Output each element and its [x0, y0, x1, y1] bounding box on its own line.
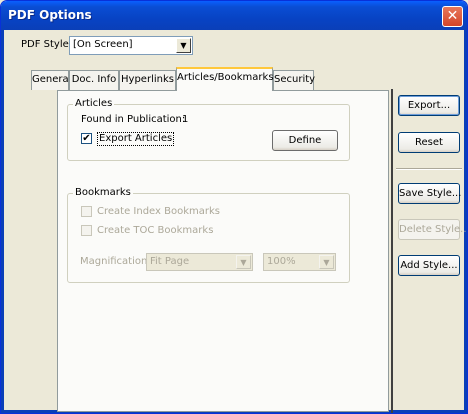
magnification-label: Magnification:: [80, 256, 151, 267]
create-index-bookmarks-label: Create Index Bookmarks: [97, 206, 220, 217]
window-border-left: [1, 30, 4, 413]
magnification-value: Fit Page: [150, 256, 190, 267]
found-in-publication-label: Found in Publication:: [81, 114, 186, 125]
tab-articles-bookmarks[interactable]: Articles/Bookmarks: [176, 67, 274, 91]
chevron-down-icon[interactable]: ▼: [319, 255, 334, 269]
side-separator: [396, 168, 462, 170]
add-style-button[interactable]: Add Style...: [398, 255, 460, 276]
articles-group-title: Articles: [73, 98, 115, 110]
chevron-down-icon[interactable]: ▼: [236, 255, 251, 269]
tab-doc-info-label: Doc. Info: [71, 74, 117, 85]
pdf-options-dialog: PDF Options ✕ PDF Style: [On Screen] ▼ G…: [0, 0, 468, 414]
chevron-down-icon[interactable]: ▼: [176, 38, 191, 53]
define-button[interactable]: Define: [272, 130, 338, 151]
side-divider: [391, 89, 393, 413]
tab-general[interactable]: General: [31, 70, 72, 90]
tab-security[interactable]: Security: [273, 70, 316, 90]
zoom-select[interactable]: 100% ▼: [263, 253, 336, 271]
close-button[interactable]: ✕: [442, 6, 463, 27]
pdf-style-label: PDF Style:: [21, 39, 73, 50]
title-bar[interactable]: PDF Options ✕: [1, 1, 467, 30]
tab-security-label: Security: [274, 74, 316, 85]
export-articles-label[interactable]: Export Articles: [97, 132, 175, 146]
zoom-value: 100%: [267, 256, 296, 267]
export-button[interactable]: Export...: [398, 95, 460, 116]
tab-general-label: General: [32, 74, 72, 85]
bookmarks-group-title: Bookmarks: [73, 187, 133, 199]
reset-button[interactable]: Reset: [398, 132, 460, 153]
window-title: PDF Options: [8, 8, 92, 22]
tab-articles-bookmarks-label: Articles/Bookmarks: [177, 72, 274, 83]
tab-doc-info[interactable]: Doc. Info: [69, 70, 119, 90]
tab-hyperlinks[interactable]: Hyperlinks: [119, 70, 176, 90]
create-toc-bookmarks-checkbox[interactable]: [81, 225, 92, 236]
create-toc-bookmarks-label: Create TOC Bookmarks: [97, 225, 214, 236]
delete-style-button[interactable]: Delete Style...: [398, 219, 467, 240]
found-in-publication-value: 1: [182, 114, 189, 125]
create-index-bookmarks-checkbox[interactable]: [81, 206, 92, 217]
tab-hyperlinks-label: Hyperlinks: [121, 74, 174, 85]
pdf-style-value: [On Screen]: [73, 39, 133, 50]
magnification-select[interactable]: Fit Page ▼: [146, 253, 253, 271]
window-border-right: [464, 30, 467, 413]
export-articles-checkbox[interactable]: ✔: [81, 133, 92, 144]
pdf-style-select[interactable]: [On Screen] ▼: [69, 36, 193, 55]
save-style-button[interactable]: Save Style...: [398, 183, 461, 204]
